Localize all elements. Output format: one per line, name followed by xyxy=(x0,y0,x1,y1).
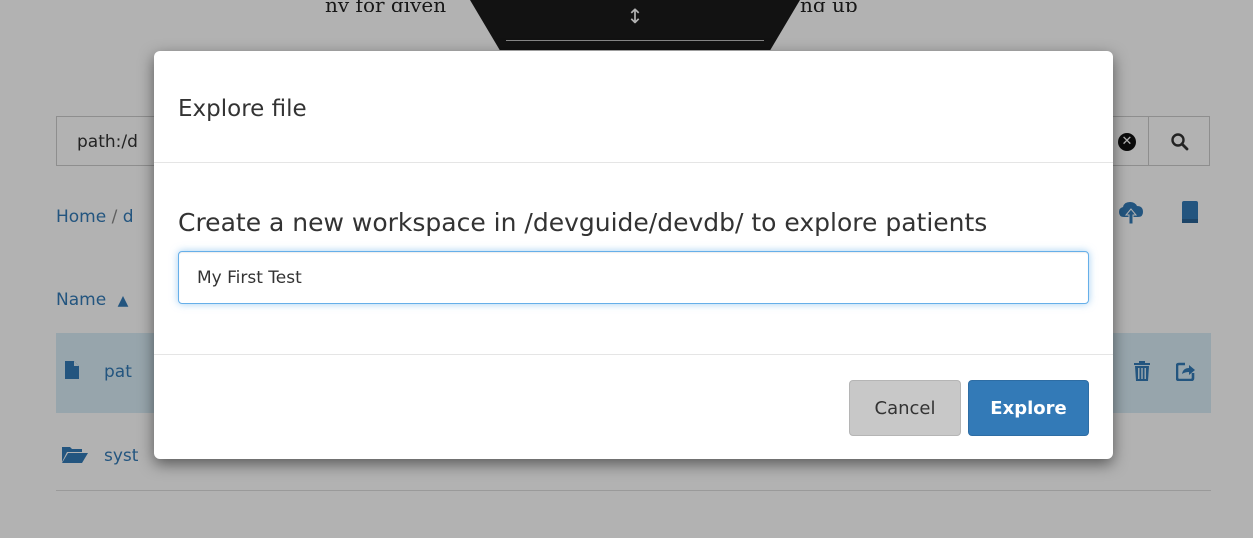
modal-header: Explore file xyxy=(154,51,1113,163)
explore-button[interactable]: Explore xyxy=(968,380,1089,436)
workspace-name-input[interactable] xyxy=(178,251,1089,304)
workspace-prompt-label: Create a new workspace in /devguide/devd… xyxy=(178,208,988,237)
modal-title: Explore file xyxy=(178,96,307,122)
cancel-button[interactable]: Cancel xyxy=(849,380,961,436)
modal-footer: Cancel Explore xyxy=(154,354,1113,459)
explore-file-dialog: Explore file Create a new workspace in /… xyxy=(154,51,1113,459)
